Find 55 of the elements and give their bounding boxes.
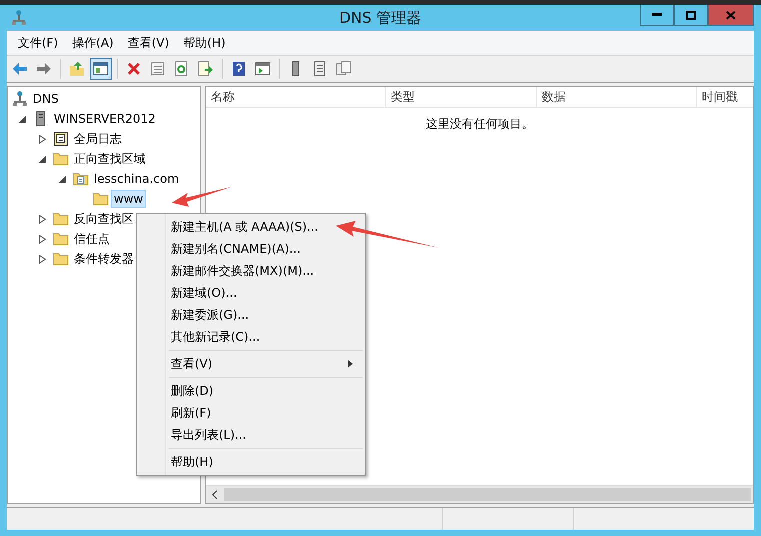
- collapse-arrow-icon[interactable]: [58, 174, 67, 184]
- menu-item[interactable]: 文件(F): [11, 34, 66, 52]
- expand-arrow-icon[interactable]: [38, 134, 47, 144]
- folder-icon: [93, 191, 109, 207]
- context-menu-item[interactable]: 新建委派(G)...: [139, 304, 363, 326]
- arrow-annotation: [172, 187, 232, 207]
- tree-item[interactable]: WINSERVER2012: [51, 110, 159, 128]
- context-menu-item[interactable]: 新建别名(CNAME)(A)...: [139, 238, 363, 260]
- expand-arrow-icon[interactable]: [38, 254, 47, 264]
- context-menu-item[interactable]: 新建域(O)...: [139, 282, 363, 304]
- context-menu-item[interactable]: 新建邮件交换器(MX)(M)...: [139, 260, 363, 282]
- context-menu-item[interactable]: 新建主机(A 或 AAAA)(S)...: [139, 216, 363, 238]
- tree-item[interactable]: 条件转发器: [71, 248, 137, 270]
- context-menu-item[interactable]: 导出列表(L)...: [139, 424, 363, 446]
- column-header[interactable]: 类型: [386, 87, 537, 107]
- folder-icon: [53, 211, 69, 227]
- tree-item[interactable]: 正向查找区域: [71, 148, 149, 170]
- column-header[interactable]: 时间戳: [697, 87, 753, 107]
- network-icon: [12, 91, 28, 107]
- menu-item[interactable]: 帮助(H): [176, 34, 233, 52]
- minimize-icon: [652, 13, 662, 17]
- tree-item[interactable]: www: [111, 190, 146, 208]
- context-menu-item[interactable]: 刷新(F): [139, 402, 363, 424]
- menu-item[interactable]: 查看(V): [120, 34, 176, 52]
- column-header[interactable]: 数据: [537, 87, 697, 107]
- expand-arrow-icon[interactable]: [38, 234, 47, 244]
- tree-item[interactable]: DNS: [30, 90, 62, 108]
- log-icon: [53, 131, 69, 147]
- column-header[interactable]: 名称: [206, 87, 386, 107]
- menu-item[interactable]: 操作(A): [65, 34, 121, 52]
- collapse-arrow-icon[interactable]: [38, 154, 47, 164]
- network-icon: [11, 10, 27, 26]
- zone-file-icon: [73, 171, 89, 187]
- maximize-icon: [686, 10, 696, 20]
- context-menu-item[interactable]: 帮助(H): [139, 451, 363, 473]
- tree-item[interactable]: 反向查找区: [71, 208, 137, 230]
- folder-icon: [53, 231, 69, 247]
- window-title: DNS 管理器: [338, 8, 423, 28]
- tree-item[interactable]: 信任点: [71, 228, 113, 250]
- minimize-button[interactable]: [640, 5, 674, 26]
- folder-icon: [53, 251, 69, 267]
- context-menu-item[interactable]: 查看(V): [139, 353, 363, 375]
- context-menu-item[interactable]: 其他新记录(C)...: [139, 326, 363, 348]
- console-tree-icon[interactable]: [90, 58, 112, 80]
- tree-item[interactable]: 全局日志: [71, 128, 125, 150]
- context-menu-item[interactable]: 删除(D): [139, 380, 363, 402]
- tree-item[interactable]: lesschina.com: [91, 170, 182, 188]
- collapse-arrow-icon[interactable]: [18, 114, 27, 124]
- close-button[interactable]: [708, 5, 754, 26]
- folder-icon: [53, 151, 69, 167]
- horizontal-scrollbar[interactable]: [206, 485, 753, 503]
- close-icon: [726, 10, 736, 20]
- expand-arrow-icon[interactable]: [38, 214, 47, 224]
- empty-message: 这里没有任何项目。: [426, 116, 535, 133]
- maximize-button[interactable]: [674, 5, 708, 26]
